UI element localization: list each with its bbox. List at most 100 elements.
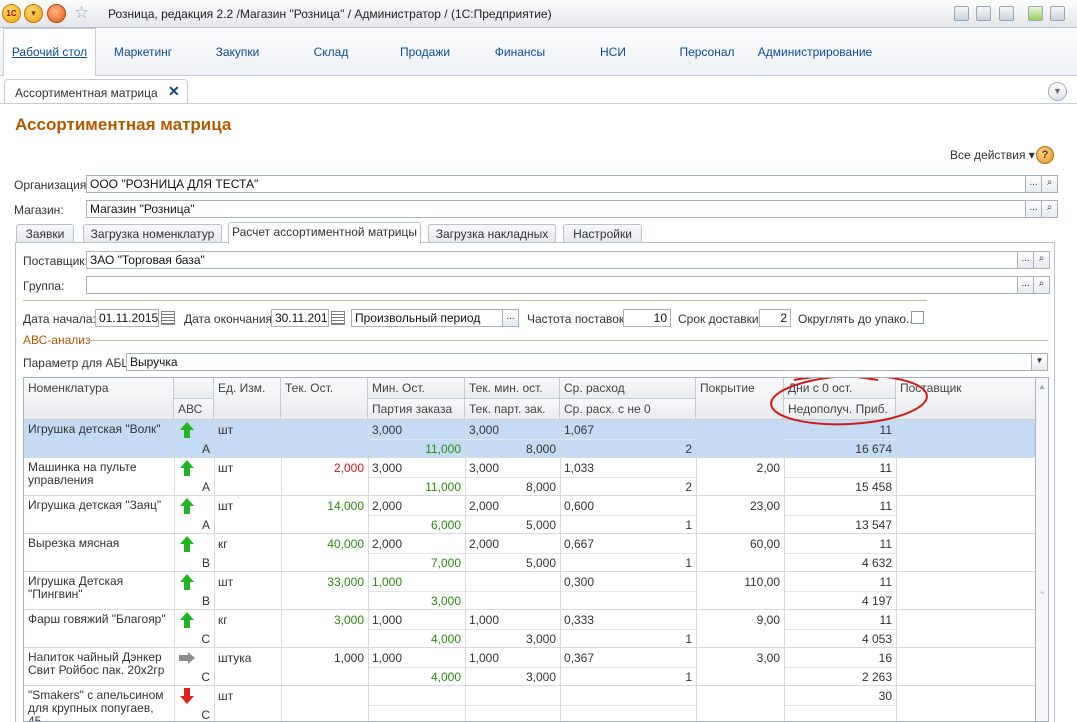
- row-order-lot: 11,000: [425, 442, 461, 456]
- store-field[interactable]: Магазин "Розница": [86, 200, 1026, 218]
- frequency-field[interactable]: 10: [623, 309, 671, 327]
- column-header-trend[interactable]: [174, 378, 214, 399]
- chevron-down-icon[interactable]: ▼: [1048, 82, 1067, 101]
- window-menu-icon[interactable]: [1050, 6, 1065, 21]
- group-select-button[interactable]: ...: [1017, 276, 1034, 294]
- column-header-unit[interactable]: Ед. Изм.: [214, 378, 281, 420]
- period-select-button[interactable]: ...: [502, 309, 519, 327]
- supplier-search-icon[interactable]: ⌕: [1033, 251, 1050, 269]
- scroll-up-icon[interactable]: ▲: [1038, 382, 1046, 391]
- supplier-select-button[interactable]: ...: [1017, 251, 1034, 269]
- group-field[interactable]: [86, 276, 1018, 294]
- row-subdivider: [368, 477, 696, 478]
- row-name: Игрушка детская "Волк": [28, 422, 161, 436]
- row-cur-min: 2,000: [469, 537, 500, 551]
- home-icon[interactable]: [47, 4, 66, 23]
- column-header-stock[interactable]: Тек. Ост.: [281, 378, 368, 420]
- row-lost-profit: 15 458: [855, 480, 892, 494]
- row-stock: [281, 687, 368, 691]
- tab-matrix-calculation[interactable]: Расчет ассортиментной матрицы: [228, 222, 421, 244]
- help-icon[interactable]: ?: [1036, 146, 1054, 164]
- delivery-field[interactable]: 2: [759, 309, 791, 327]
- calendar-icon[interactable]: [999, 6, 1014, 21]
- vertical-scrollbar[interactable]: ▲ ≡: [1036, 377, 1049, 722]
- print-icon[interactable]: [976, 6, 991, 21]
- organization-select-button[interactable]: ...: [1025, 175, 1042, 193]
- row-avg-consumption-nonzero: 1: [685, 556, 692, 570]
- column-header-nomenclature[interactable]: Номенклатура: [24, 378, 174, 420]
- table-row[interactable]: "Smakers" с апельсином для крупных попуг…: [24, 686, 1035, 721]
- tab-load-invoices[interactable]: Загрузка накладных: [428, 224, 556, 243]
- section-purchases[interactable]: Закупки: [200, 28, 275, 76]
- column-divider: [214, 420, 215, 721]
- section-nsi[interactable]: НСИ: [583, 28, 643, 76]
- organization-field[interactable]: ООО "РОЗНИЦА ДЛЯ ТЕСТА": [86, 175, 1026, 193]
- document-tab[interactable]: Ассортиментная матрица ✕: [4, 79, 188, 104]
- save-icon[interactable]: [954, 6, 969, 21]
- date-start-field[interactable]: 01.11.2015: [95, 309, 159, 327]
- row-order-lot: 6,000: [430, 518, 461, 532]
- period-field[interactable]: Произвольный период: [351, 309, 503, 327]
- calendar-icon[interactable]: [331, 311, 345, 325]
- section-finance[interactable]: Финансы: [478, 28, 562, 76]
- column-header-avg-consumption[interactable]: Ср. расход: [560, 378, 696, 399]
- section-sales[interactable]: Продажи: [385, 28, 465, 76]
- favorites-star-icon[interactable]: ☆: [74, 4, 89, 22]
- supplier-field[interactable]: ЗАО "Торговая база": [86, 251, 1018, 269]
- forward-icon[interactable]: [1028, 6, 1043, 21]
- column-header-cur-min[interactable]: Тек. мин. ост.: [465, 378, 560, 399]
- row-subdivider: [368, 591, 696, 592]
- row-min-stock: 1,000: [372, 613, 403, 627]
- column-header-abc[interactable]: АВС: [174, 399, 214, 420]
- row-avg-consumption-nonzero: 2: [685, 480, 692, 494]
- main-menu-icon[interactable]: ▾: [24, 4, 43, 23]
- section-marketing[interactable]: Маркетинг: [100, 28, 186, 76]
- row-cur-min: 1,000: [469, 613, 500, 627]
- abc-param-dropdown-icon[interactable]: ▼: [1031, 353, 1048, 371]
- column-header-min-stock[interactable]: Мин. Ост.: [368, 378, 465, 399]
- round-checkbox[interactable]: [911, 311, 924, 324]
- row-lost-profit: [784, 706, 896, 710]
- organization-search-icon[interactable]: ⌕: [1041, 175, 1058, 193]
- section-desktop[interactable]: Рабочий стол: [3, 28, 96, 76]
- date-end-field[interactable]: 30.11.2015: [271, 309, 329, 327]
- row-unit: штука: [218, 651, 252, 665]
- row-avg-consumption-nonzero: [560, 706, 696, 710]
- section-warehouse[interactable]: Склад: [292, 28, 370, 76]
- row-subdivider: [368, 667, 696, 668]
- row-subdivider: [784, 705, 896, 706]
- tab-load-nomenclature[interactable]: Загрузка номенклатур: [83, 224, 222, 243]
- row-avg-consumption-nonzero: 2: [685, 442, 692, 456]
- store-select-button[interactable]: ...: [1025, 200, 1042, 218]
- abc-param-field[interactable]: Выручка: [126, 353, 1032, 371]
- round-label: Округлять до упако...: [798, 312, 917, 326]
- row-order-lot: [368, 706, 465, 710]
- column-divider: [368, 420, 369, 721]
- section-personnel[interactable]: Персонал: [665, 28, 749, 76]
- column-header-order-lot[interactable]: Партия заказа: [368, 399, 465, 420]
- column-header-cur-lot[interactable]: Тек. парт. зак.: [465, 399, 560, 420]
- column-divider: [281, 420, 282, 721]
- row-days-zero: 11: [879, 575, 892, 589]
- row-days-zero: 11: [879, 461, 892, 475]
- row-subdivider: [368, 629, 696, 630]
- row-name: Машинка на пульте управления: [28, 460, 137, 487]
- column-divider: [896, 420, 897, 721]
- row-abc: C: [201, 670, 210, 684]
- row-min-stock: 2,000: [372, 499, 403, 513]
- row-cur-min: 3,000: [469, 423, 500, 437]
- store-search-icon[interactable]: ⌕: [1041, 200, 1058, 218]
- group-search-icon[interactable]: ⌕: [1033, 276, 1050, 294]
- tab-orders[interactable]: Заявки: [16, 224, 74, 243]
- scroll-grip-icon[interactable]: ≡: [1040, 588, 1045, 597]
- close-icon[interactable]: ✕: [168, 83, 180, 100]
- all-actions-menu[interactable]: Все действия ▾: [950, 148, 1035, 162]
- row-subdivider: [784, 591, 896, 592]
- row-unit: шт: [218, 689, 234, 703]
- column-header-avg-consumption-nonzero[interactable]: Ср. расх. с не 0: [560, 399, 696, 420]
- delivery-label: Срок доставки:: [678, 312, 762, 326]
- calendar-icon[interactable]: [161, 311, 175, 325]
- section-administration[interactable]: Администрирование: [755, 28, 875, 76]
- row-subdivider: [368, 705, 696, 706]
- tab-settings[interactable]: Настройки: [563, 224, 642, 243]
